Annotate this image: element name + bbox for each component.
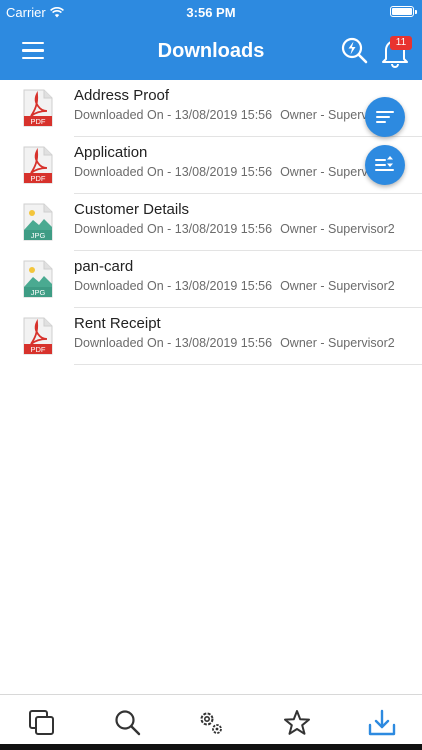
file-type-label: PDF [31,345,46,354]
file-owner: Owner - Supervisor2 [280,279,395,293]
file-type-label: PDF [31,174,46,183]
download-date: Downloaded On - 13/08/2019 15:56 [74,222,273,236]
tab-favorites[interactable] [281,707,313,739]
tab-search[interactable] [112,707,144,739]
download-date: Downloaded On - 13/08/2019 15:56 [74,108,273,122]
star-icon [284,710,310,735]
download-date: Downloaded On - 13/08/2019 15:56 [74,279,273,293]
tab-settings[interactable] [195,707,227,739]
tab-documents[interactable] [26,707,58,739]
pdf-file-icon: PDF [23,146,53,184]
download-date: Downloaded On - 13/08/2019 15:56 [74,336,273,350]
lightning-search-icon [341,37,368,64]
file-list-item[interactable]: PDF Rent Receipt Downloaded On - 13/08/2… [0,308,422,365]
file-name: Customer Details [74,201,190,218]
documents-icon [29,710,54,735]
downloads-list: PDF Address Proof Downloaded On - 13/08/… [0,80,422,365]
download-icon [368,709,396,736]
filter-button[interactable] [365,97,405,137]
pdf-file-icon: PDF [23,89,53,127]
file-name: Address Proof [74,87,170,104]
sort-icon [375,156,394,171]
status-time: 3:56 PM [186,5,236,20]
file-meta: Downloaded On - 13/08/2019 15:56 Owner - … [74,222,422,236]
file-owner: Owner - Supervisor2 [280,336,395,350]
settings-icon [200,712,222,734]
file-name: pan-card [74,258,134,275]
file-list-item[interactable]: PDF Application Downloaded On - 13/08/20… [0,137,422,194]
file-type-label: JPG [31,231,46,240]
file-list-item[interactable]: JPG pan-card Downloaded On - 13/08/2019 … [0,251,422,308]
quick-search-button[interactable] [340,36,370,66]
file-owner: Owner - Supervisor2 [280,222,395,236]
file-list-item[interactable]: JPG Customer Details Downloaded On - 13/… [0,194,422,251]
tab-downloads[interactable] [366,707,398,739]
jpg-file-icon: JPG [23,203,53,241]
download-date: Downloaded On - 13/08/2019 15:56 [74,165,273,179]
pdf-file-icon: PDF [23,317,53,355]
file-type-label: PDF [31,117,46,126]
notification-badge: 11 [390,36,412,50]
search-icon [115,710,141,736]
home-indicator-bar [0,744,422,750]
sort-button[interactable] [365,145,405,185]
file-meta: Downloaded On - 13/08/2019 15:56 Owner - … [74,279,422,293]
bottom-tab-bar [0,694,422,750]
app-screen: Carrier 3:56 PM Downloads 11 PDF Address… [0,0,422,750]
app-header: Downloads 11 [0,24,422,80]
file-name: Rent Receipt [74,315,161,332]
row-divider [74,364,422,365]
status-bar: Carrier 3:56 PM [0,0,422,24]
jpg-file-icon: JPG [23,260,53,298]
file-meta: Downloaded On - 13/08/2019 15:56 Owner - … [74,336,422,350]
battery-icon [390,6,417,17]
file-type-label: JPG [31,288,46,297]
file-list-item[interactable]: PDF Address Proof Downloaded On - 13/08/… [0,80,422,137]
filter-lines-icon [376,111,394,123]
file-name: Application [74,144,148,161]
